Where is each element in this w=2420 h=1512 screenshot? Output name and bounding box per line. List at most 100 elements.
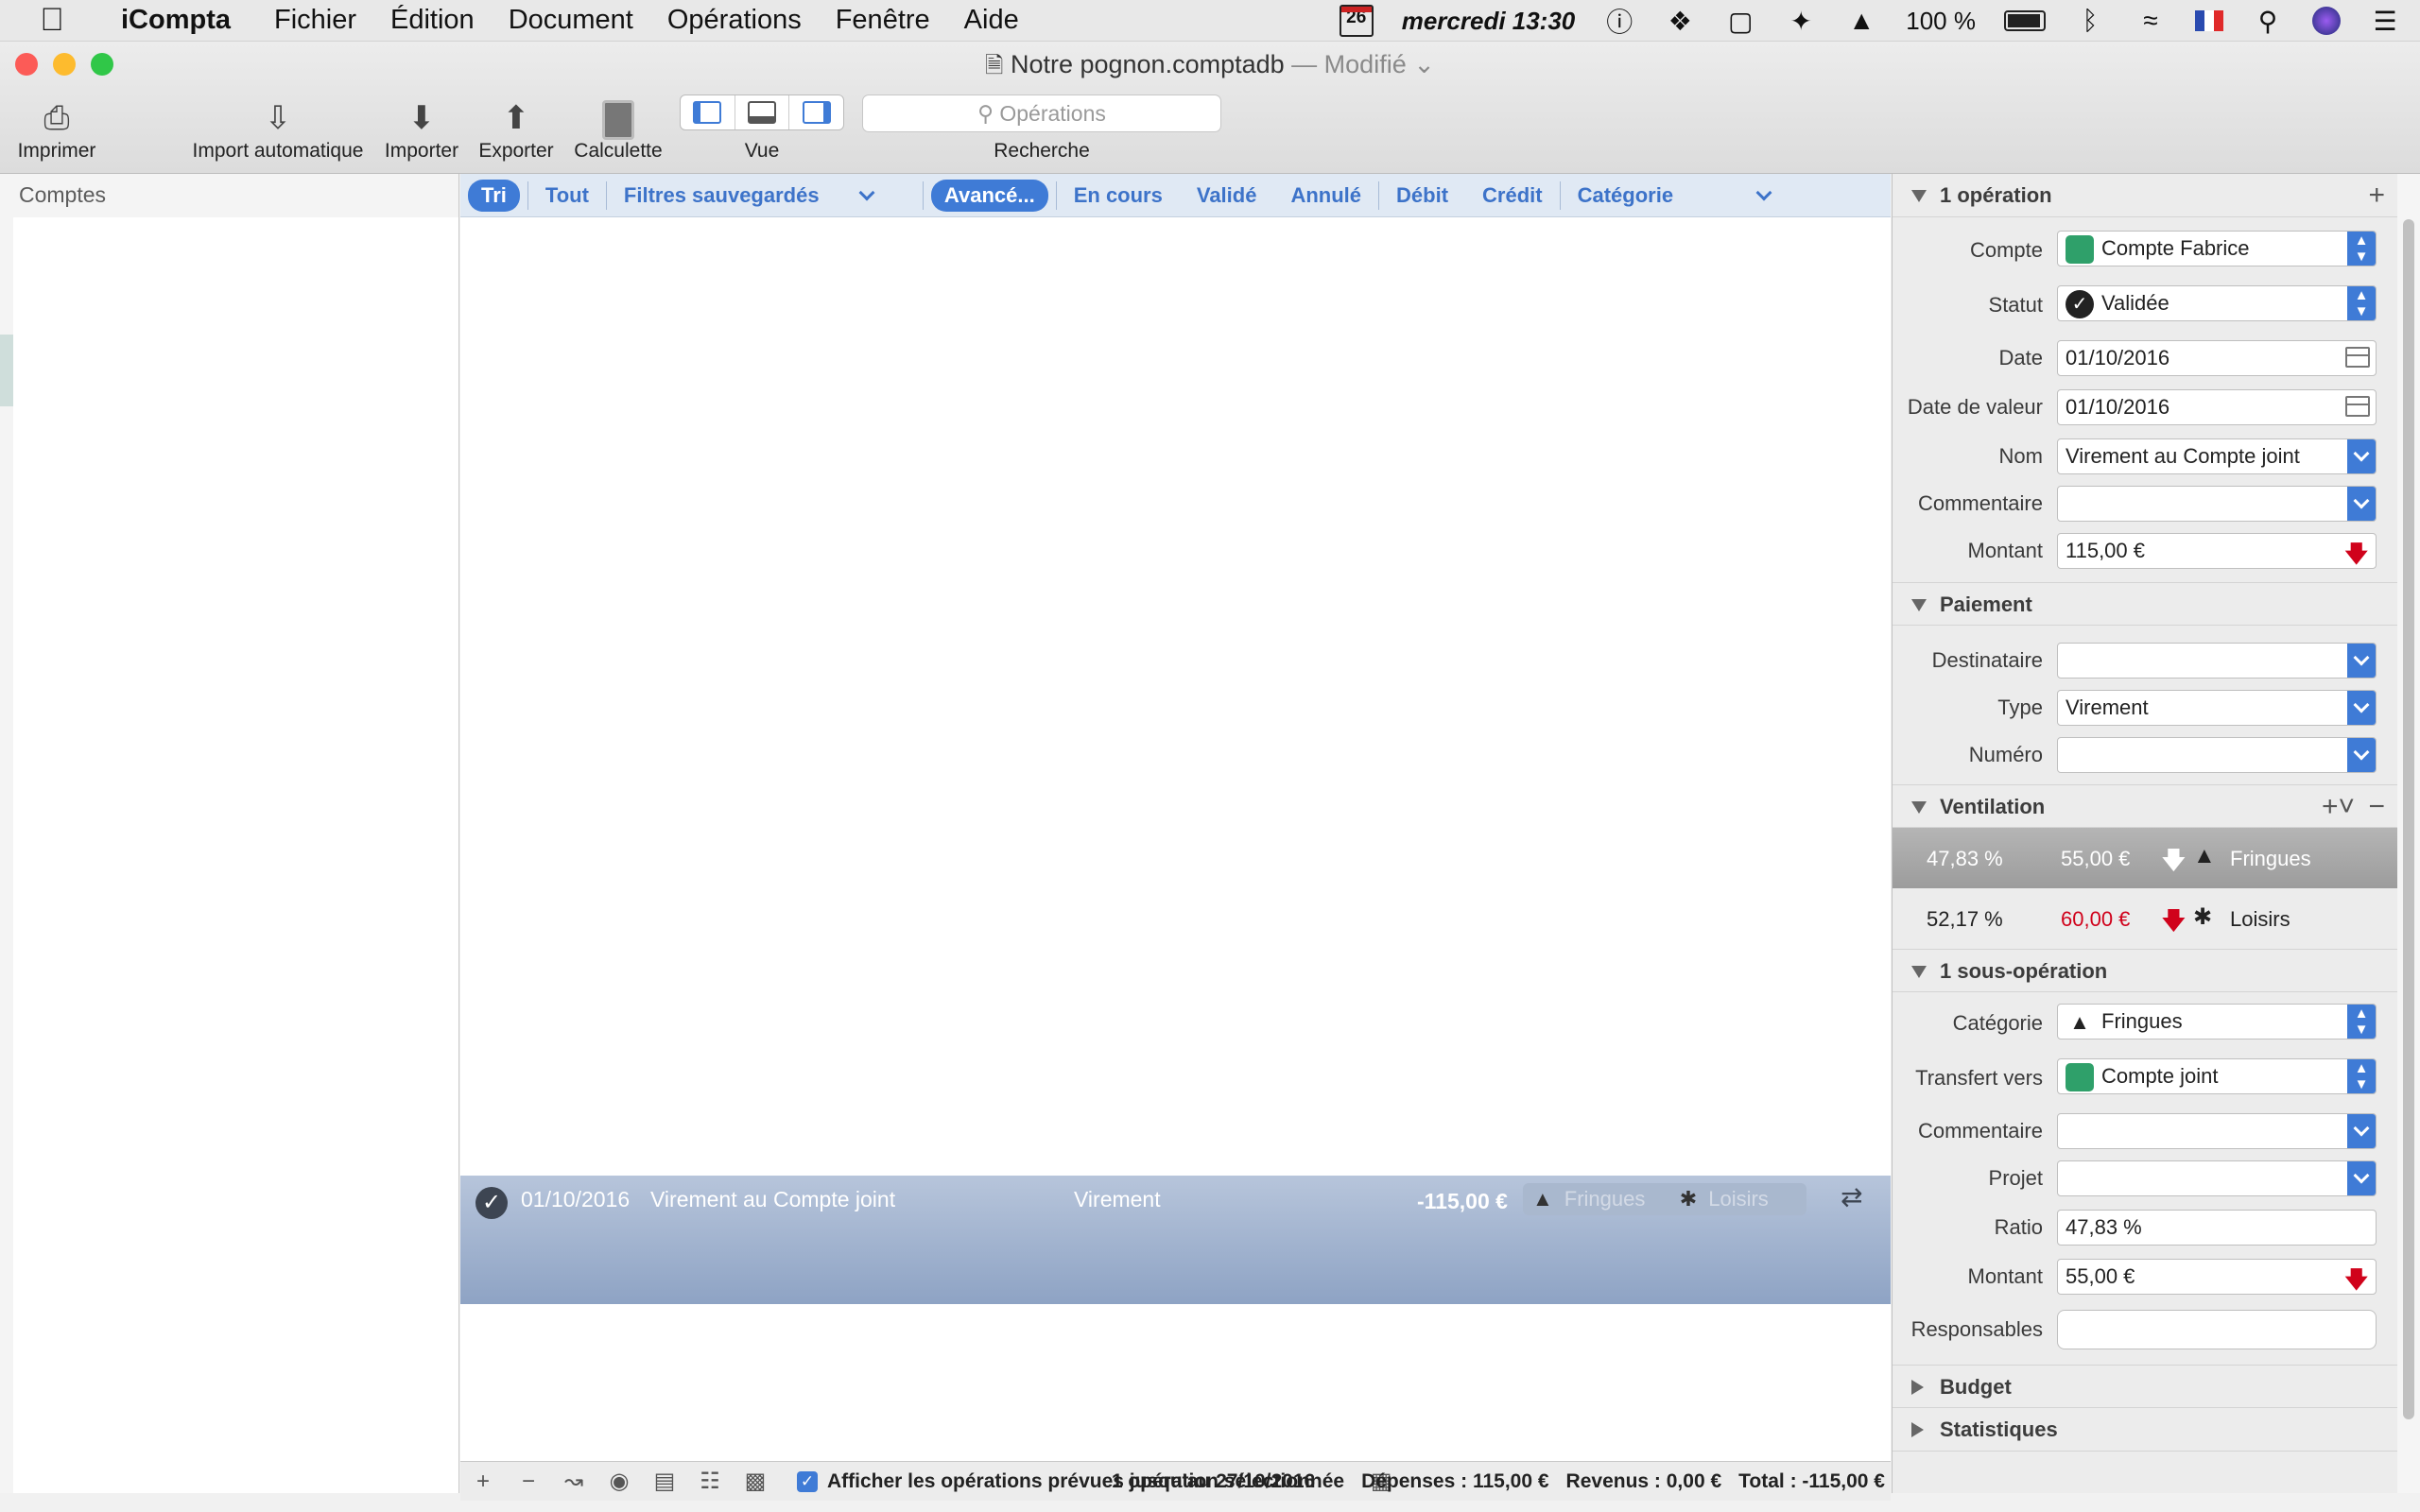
montant2-field[interactable]: 55,00 € 🡇	[2057, 1259, 2377, 1295]
palm-icon: ✱	[1679, 1187, 1698, 1211]
add-operation-button[interactable]: +	[460, 1469, 506, 1495]
ventilation-row-2[interactable]: 52,17 % 60,00 € 🡇 ✱ Loisirs	[1893, 888, 2398, 949]
spotlight-icon[interactable]: ⚲	[2252, 6, 2284, 37]
remove-operation-button[interactable]: −	[506, 1469, 551, 1495]
menu-operations[interactable]: Opérations	[650, 5, 819, 36]
print-button[interactable]: ⎙ Imprimer	[11, 96, 102, 163]
notification-center-icon[interactable]: ☰	[2369, 6, 2401, 37]
menu-app[interactable]: iCompta	[104, 5, 248, 36]
chevron-down-icon[interactable]	[2347, 644, 2376, 678]
debit-arrow-icon[interactable]: 🡇	[2344, 538, 2368, 568]
chevron-down-icon[interactable]	[2347, 1114, 2376, 1148]
statut-select[interactable]: ✓ Validée ▲ ▼	[2057, 285, 2377, 321]
view-sidebar-left-button[interactable]	[681, 95, 735, 129]
validated-check-icon[interactable]: ✓	[475, 1187, 508, 1219]
view-bottom-panel-button[interactable]	[735, 95, 790, 129]
menu-document[interactable]: Document	[492, 5, 650, 36]
categorie-select[interactable]: ▲ Fringues ▲ ▼	[2057, 1004, 2377, 1040]
debit-arrow-icon[interactable]: 🡇	[2344, 1263, 2368, 1294]
search-field[interactable]: ⚲ Opérations	[862, 94, 1221, 132]
clock[interactable]: mercredi 13:30	[1402, 7, 1576, 36]
nom-combobox[interactable]: Virement au Compte joint	[2057, 438, 2377, 474]
menu-fenetre[interactable]: Fenêtre	[819, 5, 947, 36]
commentaire-combobox[interactable]	[2057, 486, 2377, 522]
bar-chart-icon[interactable]: ▩	[733, 1468, 778, 1495]
runner-icon[interactable]: ✦	[1785, 6, 1817, 37]
transfer-arrows-icon[interactable]: ⇄	[1841, 1181, 1862, 1212]
section-budget[interactable]: Budget	[1893, 1365, 2398, 1408]
battery-icon[interactable]	[2004, 10, 2046, 31]
date-field[interactable]: 01/10/2016	[2057, 340, 2377, 376]
filter-tri[interactable]: Tri	[468, 179, 520, 212]
chevron-down-icon[interactable]	[2347, 1161, 2376, 1195]
section-ventilation[interactable]: Ventilation +˅ −	[1893, 784, 2398, 828]
operation-row[interactable]: ✓ 01/10/2016 Virement au Compte joint Vi…	[460, 1176, 1891, 1304]
import-button[interactable]: ⬇ Importer	[378, 96, 465, 163]
filter-tout[interactable]: Tout	[528, 183, 606, 208]
scheduler-icon[interactable]: ☷	[687, 1468, 733, 1495]
date-valeur-field[interactable]: 01/10/2016	[2057, 389, 2377, 425]
responsables-token-field[interactable]	[2057, 1310, 2377, 1349]
destinataire-combobox[interactable]	[2057, 643, 2377, 679]
commentaire2-combobox[interactable]	[2057, 1113, 2377, 1149]
calendar-picker-icon[interactable]	[2345, 347, 2370, 368]
bluetooth-icon[interactable]: ᛒ	[2074, 6, 2106, 36]
flag-fr-icon[interactable]	[2195, 10, 2223, 31]
chevron-down-icon[interactable]	[2347, 691, 2376, 725]
ventilation-row-1[interactable]: 47,83 % 55,00 € 🡇 ▲ Fringues	[1893, 828, 2398, 888]
chevron-down-icon[interactable]	[2347, 439, 2376, 473]
section-operation[interactable]: 1 opération +	[1893, 174, 2398, 217]
calculette-button[interactable]: Calculette	[567, 96, 669, 163]
globe-icon[interactable]: ◉	[596, 1468, 642, 1495]
remove-icon[interactable]: −	[2368, 785, 2385, 829]
calendar-picker-icon[interactable]	[2345, 396, 2370, 417]
apple-menu-icon[interactable]: 	[0, 2, 104, 39]
filter-credit[interactable]: Crédit	[1465, 183, 1560, 208]
warning-icon[interactable]: ▲	[1845, 6, 1877, 36]
chevron-down-icon[interactable]	[2347, 487, 2376, 521]
add-icon[interactable]: +	[2368, 174, 2385, 217]
menu-aide[interactable]: Aide	[947, 5, 1036, 36]
section-sous-operation[interactable]: 1 sous-opération	[1893, 949, 2398, 992]
section-paiement[interactable]: Paiement	[1893, 582, 2398, 626]
inspector-scrollbar[interactable]	[2397, 174, 2420, 1493]
export-button[interactable]: ⬆ Exporter	[473, 96, 560, 163]
montant-field[interactable]: 115,00 € 🡇	[2057, 533, 2377, 569]
show-planned-checkbox[interactable]: ✓	[797, 1470, 818, 1492]
view-sidebar-right-button[interactable]	[789, 95, 843, 129]
onepassword-icon[interactable]: ⓘ	[1603, 2, 1635, 40]
wifi-icon[interactable]: ≈	[2135, 6, 2167, 36]
title-chevron-icon[interactable]: ⌄	[1407, 50, 1435, 78]
section-statistiques[interactable]: Statistiques	[1893, 1408, 2398, 1452]
filter-advanced[interactable]: Avancé...	[930, 179, 1048, 212]
filter-saved[interactable]: Filtres sauvegardés	[607, 183, 923, 208]
chart-line-icon[interactable]: ↝	[551, 1468, 596, 1495]
ratio-field[interactable]: 47,83 %	[2057, 1210, 2377, 1246]
compte-select[interactable]: Compte Fabrice ▲ ▼	[2057, 231, 2377, 266]
type-combobox[interactable]: Virement	[2057, 690, 2377, 726]
projet-combobox[interactable]	[2057, 1160, 2377, 1196]
filter-en-cours[interactable]: En cours	[1057, 183, 1180, 208]
status-area: 26 mercredi 13:30 ⓘ ❖ ▢ ✦ ▲ 100 % ᛒ ≈ ⚲ …	[1339, 0, 2401, 42]
filter-annule[interactable]: Annulé	[1273, 183, 1378, 208]
numero-combobox[interactable]	[2057, 737, 2377, 773]
transfert-select[interactable]: Compte joint ▲ ▼	[2057, 1058, 2377, 1094]
import-auto-button[interactable]: ⇩ Import automatique	[185, 96, 371, 163]
filter-debit[interactable]: Débit	[1379, 183, 1465, 208]
categorie-value: Fringues	[2101, 1009, 2183, 1033]
menu-fichier[interactable]: Fichier	[257, 5, 373, 36]
scroll-thumb[interactable]	[2403, 219, 2414, 1419]
window-title-status[interactable]: — Modifié	[1291, 50, 1407, 78]
menu-edition[interactable]: Édition	[373, 5, 492, 36]
chevron-down-icon[interactable]	[2347, 738, 2376, 772]
add-menu-icon[interactable]: +˅	[2322, 785, 2355, 829]
siri-icon[interactable]	[2312, 7, 2341, 35]
app-d-icon[interactable]: ▢	[1724, 6, 1756, 37]
filter-valide[interactable]: Validé	[1180, 183, 1274, 208]
filter-categorie[interactable]: Catégorie	[1561, 183, 1778, 208]
accounts-list[interactable]	[13, 217, 458, 1493]
dropbox-icon[interactable]: ❖	[1664, 6, 1696, 37]
cheque-icon[interactable]: ▤	[642, 1468, 687, 1495]
calendar-icon[interactable]: 26	[1339, 5, 1374, 37]
battery-percent[interactable]: 100 %	[1906, 7, 1976, 36]
